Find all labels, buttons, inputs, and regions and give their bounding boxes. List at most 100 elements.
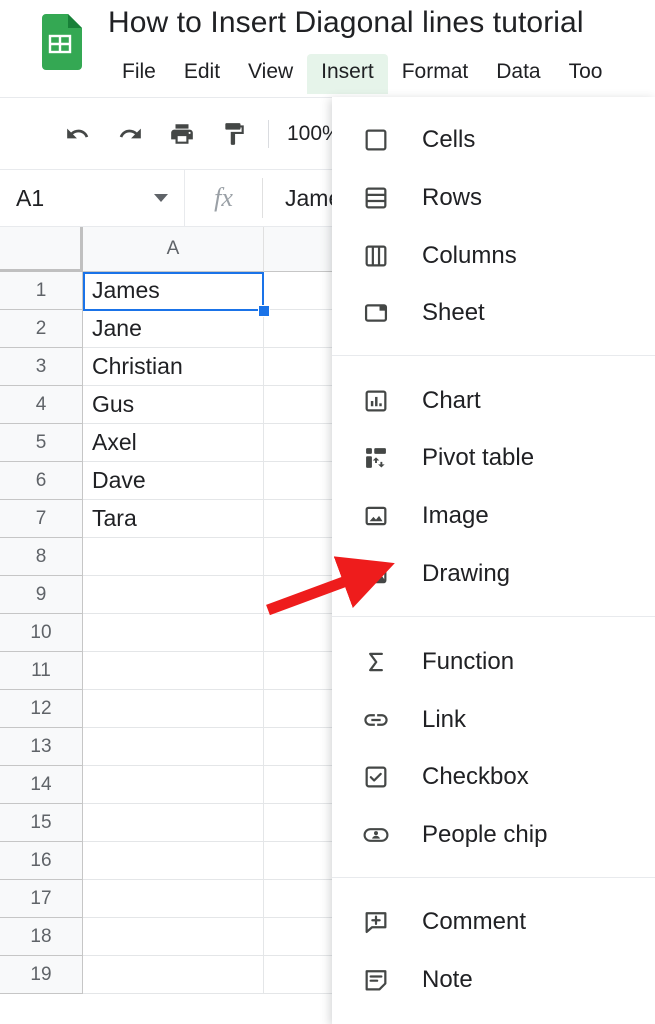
grid-cell[interactable] (83, 728, 264, 766)
row-header[interactable]: 2 (0, 310, 83, 348)
menu-item-link[interactable]: Link (332, 694, 655, 746)
drawing-icon (358, 556, 394, 592)
grid-cell[interactable]: Jane (83, 310, 264, 348)
menu-item-comment[interactable]: Comment (332, 896, 655, 948)
row-header[interactable]: 8 (0, 538, 83, 576)
row-header[interactable]: 13 (0, 728, 83, 766)
document-title[interactable]: How to Insert Diagonal lines tutorial (108, 6, 584, 40)
row-header[interactable]: 17 (0, 880, 83, 918)
menu-item-label: Comment (422, 908, 527, 935)
grid-cell[interactable] (83, 766, 264, 804)
menu-tab-view[interactable]: View (234, 54, 307, 94)
grid-cell[interactable]: James (83, 272, 264, 310)
column-header-a[interactable]: A (83, 227, 264, 272)
row-header[interactable]: 12 (0, 690, 83, 728)
title-bar: How to Insert Diagonal lines tutorial Fi… (0, 0, 655, 97)
row-header[interactable]: 6 (0, 462, 83, 500)
select-all-corner[interactable] (0, 227, 83, 272)
grid-cell[interactable] (83, 804, 264, 842)
menu-item-function[interactable]: Function (332, 636, 655, 688)
checkbox-icon (358, 759, 394, 795)
columns-icon (358, 238, 394, 274)
menu-tab-data[interactable]: Data (482, 54, 554, 94)
cells-icon (358, 122, 394, 158)
grid-cell[interactable] (83, 652, 264, 690)
row-header[interactable]: 16 (0, 842, 83, 880)
menu-tab-format[interactable]: Format (388, 54, 483, 94)
menu-divider (332, 355, 655, 356)
menu-item-checkbox[interactable]: Checkbox (332, 751, 655, 803)
menu-item-label: Drawing (422, 560, 511, 587)
people-chip-icon (358, 817, 394, 853)
menu-item-people-chip[interactable]: People chip (332, 809, 655, 861)
row-header[interactable]: 5 (0, 424, 83, 462)
menu-tab-file[interactable]: File (108, 54, 170, 94)
menu-item-columns[interactable]: Columns (332, 230, 655, 282)
menu-item-drawing[interactable]: Drawing (332, 548, 655, 600)
grid-cell[interactable] (83, 918, 264, 956)
menu-tab-tools[interactable]: Too (555, 54, 617, 94)
pivot-table-icon (358, 440, 394, 476)
google-sheets-logo (38, 14, 82, 70)
toolbar-divider (268, 119, 269, 148)
grid-cell[interactable]: Axel (83, 424, 264, 462)
chart-icon (358, 383, 394, 419)
fx-icon: fx (214, 183, 233, 212)
google-sheets-window: How to Insert Diagonal lines tutorial Fi… (0, 0, 655, 1024)
name-box-value: A1 (16, 184, 45, 211)
grid-cell[interactable] (83, 690, 264, 728)
row-header[interactable]: 18 (0, 918, 83, 956)
comment-plus-icon (358, 904, 394, 940)
menu-item-cells[interactable]: Cells (332, 114, 655, 166)
row-header[interactable]: 10 (0, 614, 83, 652)
grid-cell[interactable] (83, 880, 264, 918)
grid-cell[interactable] (83, 538, 264, 576)
link-icon (358, 702, 394, 738)
grid-cell[interactable]: Dave (83, 462, 264, 500)
row-header[interactable]: 19 (0, 956, 83, 994)
grid-cell[interactable]: Tara (83, 500, 264, 538)
row-header[interactable]: 4 (0, 386, 83, 424)
menu-item-label: Checkbox (422, 763, 529, 790)
menu-item-label: Rows (422, 184, 483, 211)
menu-item-chart[interactable]: Chart (332, 375, 655, 427)
menu-item-label: People chip (422, 821, 548, 848)
menu-item-label: Function (422, 648, 515, 675)
menu-item-label: Chart (422, 387, 481, 414)
print-icon[interactable] (160, 112, 204, 156)
menu-item-note[interactable]: Note (332, 954, 655, 1006)
grid-cell[interactable] (83, 842, 264, 880)
row-header[interactable]: 1 (0, 272, 83, 310)
fill-handle[interactable] (258, 305, 270, 317)
row-header[interactable]: 9 (0, 576, 83, 614)
row-header[interactable]: 11 (0, 652, 83, 690)
menu-item-label: Link (422, 706, 467, 733)
insert-dropdown-menu: Cells Rows Columns Sheet Chart Pivot tab… (332, 97, 655, 1024)
menu-tab-edit[interactable]: Edit (170, 54, 234, 94)
grid-cell[interactable] (83, 614, 264, 652)
chevron-down-icon[interactable] (154, 194, 168, 202)
grid-cell[interactable] (83, 956, 264, 994)
menu-divider (332, 877, 655, 878)
menu-item-label: Note (422, 966, 473, 993)
menu-tab-insert[interactable]: Insert (307, 54, 388, 94)
undo-icon[interactable] (56, 112, 100, 156)
grid-cell[interactable] (83, 576, 264, 614)
grid-cell[interactable]: Gus (83, 386, 264, 424)
grid-cell[interactable]: Christian (83, 348, 264, 386)
menu-item-rows[interactable]: Rows (332, 172, 655, 224)
menu-item-label: Cells (422, 126, 476, 153)
redo-icon[interactable] (108, 112, 152, 156)
menu-item-image[interactable]: Image (332, 490, 655, 542)
paint-format-icon[interactable] (212, 112, 256, 156)
note-icon (358, 962, 394, 998)
name-box[interactable]: A1 (0, 169, 185, 227)
row-header[interactable]: 15 (0, 804, 83, 842)
menu-item-sheet[interactable]: Sheet (332, 287, 655, 339)
function-sigma-icon (358, 644, 394, 680)
row-header[interactable]: 7 (0, 500, 83, 538)
row-header[interactable]: 14 (0, 766, 83, 804)
menu-item-pivot-table[interactable]: Pivot table (332, 432, 655, 484)
row-header[interactable]: 3 (0, 348, 83, 386)
sheet-icon (358, 295, 394, 331)
